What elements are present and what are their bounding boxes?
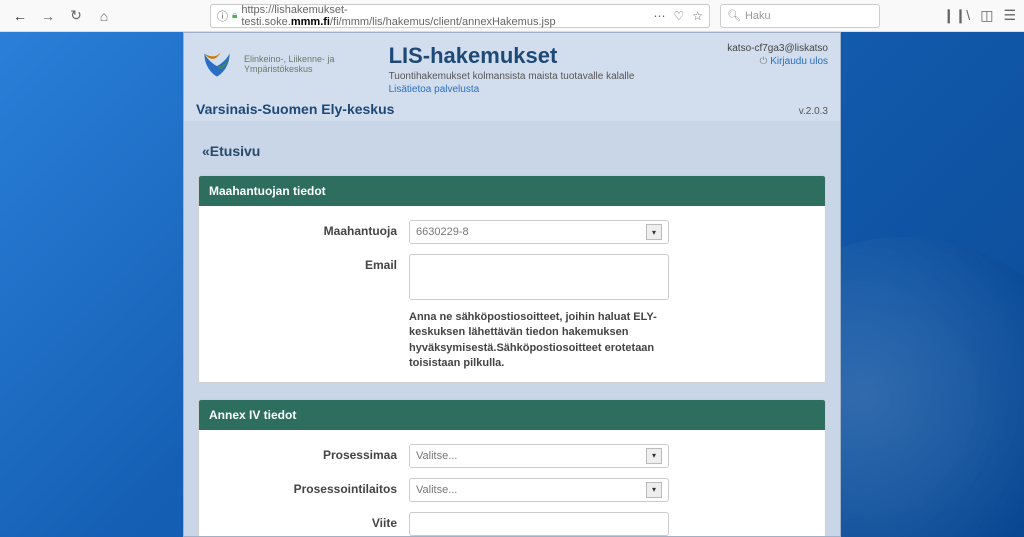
logo-line-2: Ympäristökeskus: [244, 64, 335, 74]
country-label: Prosessimaa: [209, 444, 409, 462]
importer-value: 6630229-8: [416, 226, 469, 238]
page-subtitle: Tuontihakemukset kolmansista maista tuot…: [389, 71, 714, 82]
library-icon[interactable]: ❙❙\: [943, 7, 970, 24]
search-input[interactable]: 🔍︎ Haku: [720, 4, 880, 28]
star-icon[interactable]: ☆: [692, 9, 703, 23]
reference-input[interactable]: [409, 512, 669, 536]
ely-logo-icon: [196, 43, 238, 85]
country-select[interactable]: Valitse... ▾: [409, 444, 669, 468]
importer-panel-title: Maahantuojan tiedot: [199, 176, 825, 206]
search-icon: 🔍︎: [727, 9, 741, 22]
organization-name: Varsinais-Suomen Ely-keskus: [196, 101, 394, 117]
nav-home-icon[interactable]: ⌂: [92, 4, 116, 28]
lock-icon: 🔒︎: [232, 10, 237, 21]
email-help-text: Anna ne sähköpostiosoitteet, joihin halu…: [409, 310, 689, 372]
nav-back-icon[interactable]: ←: [8, 4, 32, 28]
breadcrumb[interactable]: «Etusivu: [202, 143, 826, 159]
page-title: LIS-hakemukset: [389, 43, 714, 69]
browser-toolbar: ← → ↻ ⌂ ⓘ 🔒︎ https://lishakemukset-testi…: [0, 0, 1024, 32]
service-info-link[interactable]: Lisätietoa palvelusta: [389, 84, 714, 95]
logo-line-1: Elinkeino-, Liikenne- ja: [244, 54, 335, 64]
email-label: Email: [209, 254, 409, 272]
facility-select[interactable]: Valitse... ▾: [409, 478, 669, 502]
url-bar[interactable]: ⓘ 🔒︎ https://lishakemukset-testi.soke.mm…: [210, 4, 710, 28]
content-area: Elinkeino-, Liikenne- ja Ympäristökeskus…: [183, 32, 841, 537]
user-name: katso-cf7ga3@liskatso: [727, 43, 828, 54]
logout-link[interactable]: Kirjaudu ulos: [727, 56, 828, 67]
sidebar-icon[interactable]: ◫: [980, 7, 993, 24]
annex-panel: Annex IV tiedot Prosessimaa Valitse... ▾…: [198, 399, 826, 537]
nav-reload-icon[interactable]: ↻: [64, 4, 88, 28]
importer-label: Maahantuoja: [209, 220, 409, 238]
chevron-down-icon: ▾: [646, 448, 662, 464]
reference-label: Viite: [209, 512, 409, 530]
page-header: Elinkeino-, Liikenne- ja Ympäristökeskus…: [184, 33, 840, 121]
url-text: https://lishakemukset-testi.soke.mmm.fi/…: [241, 4, 637, 28]
facility-value: Valitse...: [416, 484, 457, 496]
chevron-down-icon: ▾: [646, 482, 662, 498]
page-background: Elinkeino-, Liikenne- ja Ympäristökeskus…: [0, 32, 1024, 537]
logo: Elinkeino-, Liikenne- ja Ympäristökeskus: [196, 43, 335, 85]
version-label: v.2.0.3: [799, 106, 828, 117]
facility-label: Prosessointilaitos: [209, 478, 409, 496]
more-icon[interactable]: ⋯: [653, 9, 665, 23]
country-value: Valitse...: [416, 450, 457, 462]
annex-panel-title: Annex IV tiedot: [199, 400, 825, 430]
info-icon: ⓘ: [217, 8, 228, 24]
search-placeholder: Haku: [745, 10, 771, 22]
importer-panel: Maahantuojan tiedot Maahantuoja 6630229-…: [198, 175, 826, 383]
nav-forward-icon: →: [36, 4, 60, 28]
menu-icon[interactable]: ☰: [1003, 7, 1016, 24]
chevron-down-icon: ▾: [646, 224, 662, 240]
email-textarea[interactable]: [409, 254, 669, 300]
importer-select[interactable]: 6630229-8 ▾: [409, 220, 669, 244]
pocket-icon[interactable]: ♡: [673, 9, 684, 23]
